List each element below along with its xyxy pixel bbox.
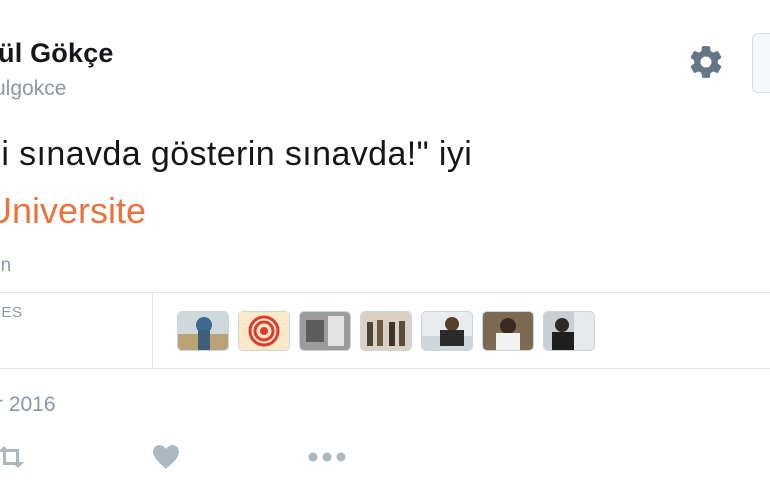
- liker-avatars: [177, 311, 595, 351]
- liker-avatar[interactable]: [299, 311, 351, 351]
- tweet-card: ül Gökçe ulgokce izi sınavda gösterin sı…: [0, 0, 770, 485]
- retweet-icon[interactable]: [0, 446, 26, 468]
- liker-avatar[interactable]: [421, 311, 473, 351]
- more-icon[interactable]: [305, 447, 349, 467]
- liker-avatar[interactable]: [238, 311, 290, 351]
- likes-label: IKES: [0, 304, 23, 321]
- likes-count[interactable]: 5: [0, 320, 1, 354]
- stats-divider-bottom: [0, 368, 770, 369]
- stats-divider-vertical: [152, 292, 153, 368]
- liker-avatar[interactable]: [177, 311, 229, 351]
- liker-avatar[interactable]: [360, 311, 412, 351]
- follow-button[interactable]: [752, 33, 770, 93]
- heart-icon[interactable]: [151, 444, 181, 470]
- liker-avatar[interactable]: [543, 311, 595, 351]
- tweet-text: izi sınavda gösterin sınavda!" iyi: [0, 135, 473, 173]
- hashtag-link[interactable]: Universite: [0, 190, 146, 232]
- liker-avatar[interactable]: [482, 311, 534, 351]
- display-name[interactable]: ül Gökçe: [0, 38, 114, 69]
- translate-link[interactable]: on: [0, 255, 11, 277]
- username-handle[interactable]: ulgokce: [0, 77, 66, 101]
- tweet-date[interactable]: r 2016: [0, 393, 56, 417]
- gear-icon[interactable]: [687, 43, 725, 81]
- stats-divider-top: [0, 292, 770, 293]
